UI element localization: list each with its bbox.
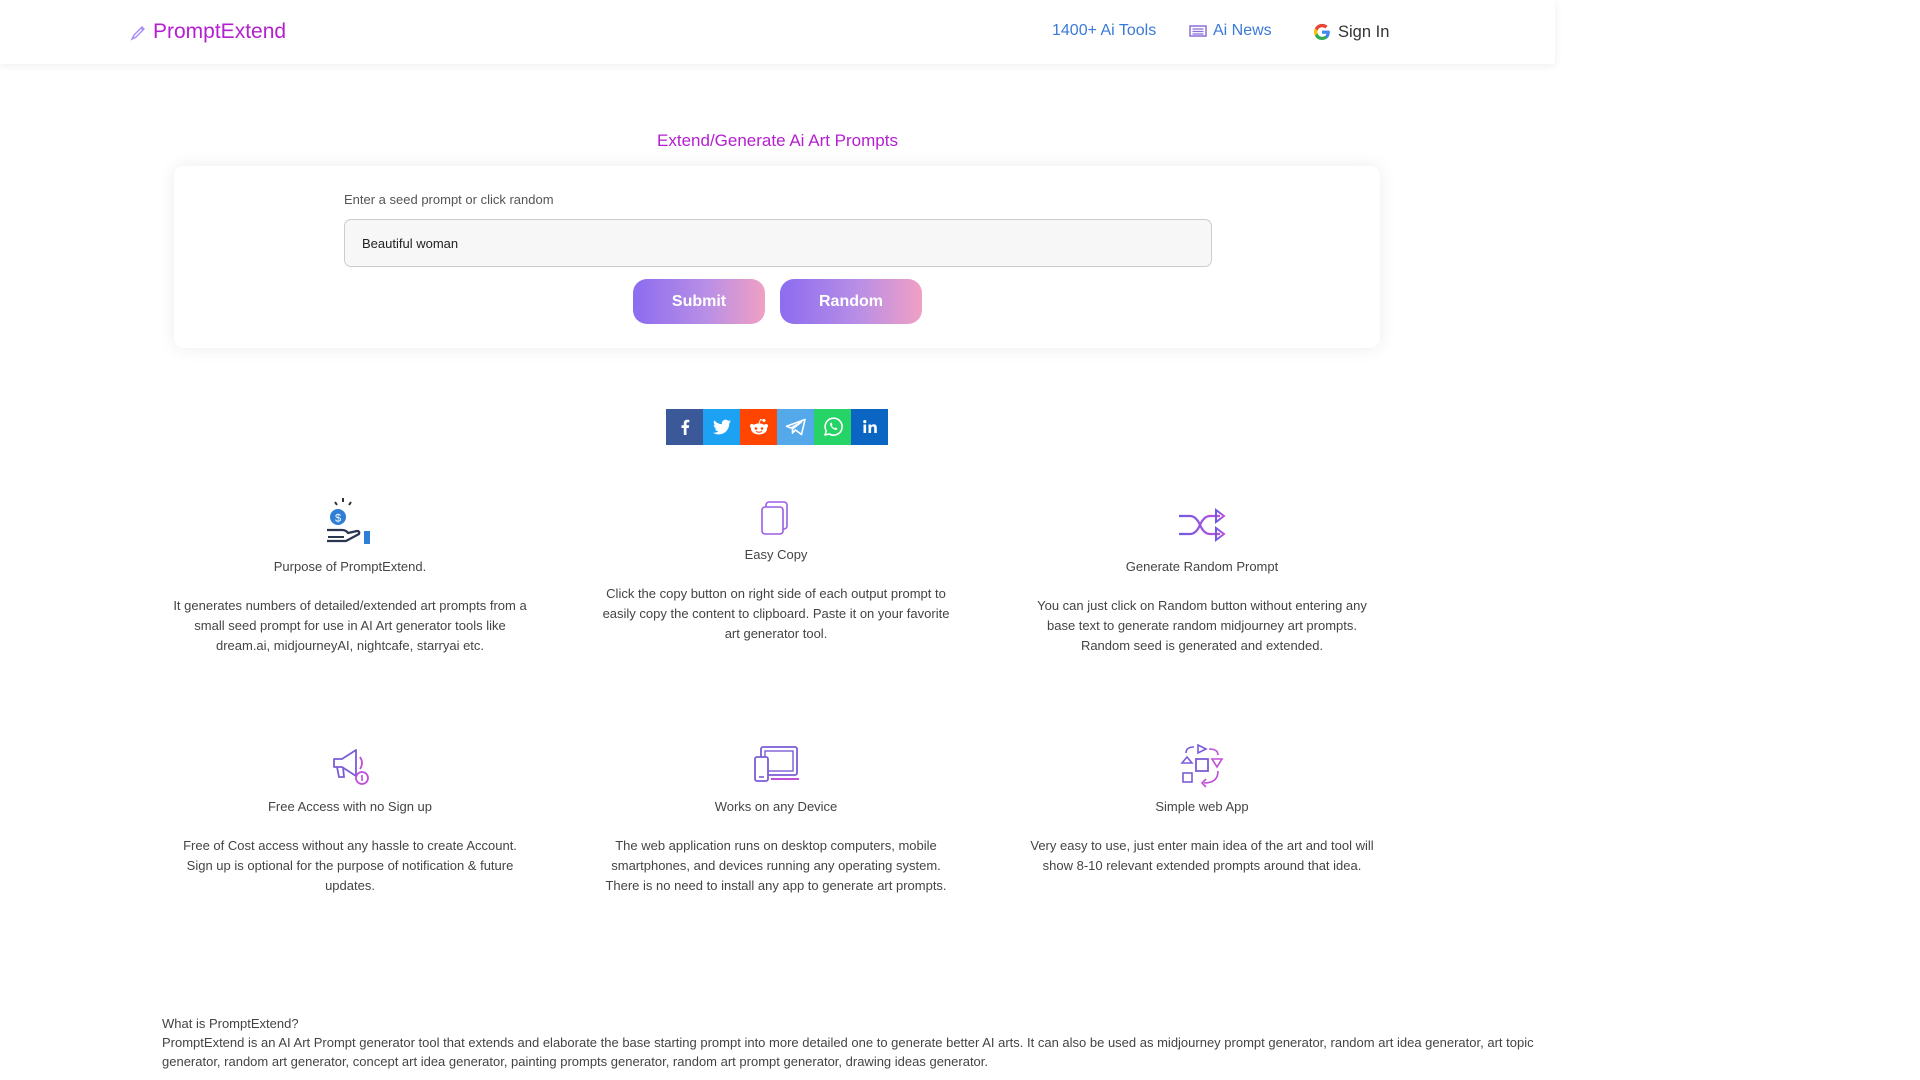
feature-description: You can just click on Random button with… bbox=[1037, 598, 1367, 653]
nav-ai-news-label: Ai News bbox=[1213, 22, 1272, 39]
prompt-form-card: Enter a seed prompt or click random Subm… bbox=[174, 166, 1380, 348]
whatsapp-share-button[interactable] bbox=[814, 409, 851, 445]
brand-logo-link[interactable]: PromptExtend bbox=[130, 20, 286, 44]
feature-title: Easy Copy bbox=[744, 547, 808, 562]
hand-money-icon: $ bbox=[327, 498, 370, 544]
about-body: PromptExtend is an AI Art Prompt generat… bbox=[162, 1035, 1534, 1069]
shuffle-icon bbox=[1179, 508, 1226, 542]
feature-title: Free Access with no Sign up bbox=[267, 799, 433, 814]
google-icon bbox=[1314, 23, 1330, 40]
copy-icon bbox=[761, 501, 788, 535]
about-section: What is PromptExtend? PromptExtend is an… bbox=[162, 1014, 1542, 1071]
brand-name: PromptExtend bbox=[153, 20, 287, 43]
feature-title: Purpose of PromptExtend. bbox=[273, 559, 427, 574]
random-button[interactable]: Random bbox=[780, 279, 922, 324]
seed-prompt-label: Enter a seed prompt or click random bbox=[344, 192, 554, 207]
page-title: Extend/Generate Ai Art Prompts bbox=[657, 131, 898, 150]
reddit-share-button[interactable] bbox=[740, 409, 777, 445]
telegram-share-button[interactable] bbox=[777, 409, 814, 445]
nav-ai-tools[interactable]: 1400+ Ai Tools bbox=[1052, 22, 1156, 40]
app-flow-icon bbox=[1180, 743, 1224, 788]
newspaper-icon bbox=[1189, 25, 1207, 37]
seed-prompt-input[interactable] bbox=[344, 219, 1212, 267]
share-bar bbox=[666, 409, 888, 445]
linkedin-icon bbox=[862, 420, 877, 433]
feature-title: Generate Random Prompt bbox=[1125, 559, 1279, 574]
feature-description: The web application runs on desktop comp… bbox=[605, 838, 947, 893]
svg-text:$: $ bbox=[335, 513, 341, 525]
twitter-share-button[interactable] bbox=[703, 409, 740, 445]
pencil-icon bbox=[130, 25, 145, 41]
top-navbar: PromptExtend 1400+ Ai Tools Ai News Sign… bbox=[0, 0, 1555, 64]
about-heading: What is PromptExtend? bbox=[162, 1016, 299, 1031]
feature-random-prompt: Generate Random Prompt You can just clic… bbox=[1022, 497, 1382, 656]
feature-free-access: Free Access with no Sign up Free of Cost… bbox=[170, 737, 530, 896]
devices-icon bbox=[754, 746, 799, 782]
megaphone-icon bbox=[333, 749, 369, 785]
sign-in-label: Sign In bbox=[1338, 22, 1390, 41]
submit-button[interactable]: Submit bbox=[633, 279, 765, 324]
sign-in-button[interactable]: Sign In bbox=[1312, 22, 1389, 42]
feature-description: Free of Cost access without any hassle t… bbox=[183, 838, 517, 893]
feature-any-device: Works on any Device The web application … bbox=[596, 737, 956, 896]
twitter-icon bbox=[712, 419, 731, 434]
feature-title: Simple web App bbox=[1155, 799, 1249, 814]
feature-title: Works on any Device bbox=[714, 799, 838, 814]
whatsapp-icon bbox=[823, 417, 843, 436]
nav-ai-news[interactable]: Ai News bbox=[1189, 22, 1272, 40]
facebook-icon bbox=[681, 419, 689, 435]
feature-easy-copy: Easy Copy Click the copy button on right… bbox=[596, 497, 956, 644]
feature-description: Very easy to use, just enter main idea o… bbox=[1030, 838, 1374, 873]
feature-simple-app: Simple web App Very easy to use, just en… bbox=[1022, 737, 1382, 876]
telegram-icon bbox=[785, 418, 806, 436]
feature-purpose: $ Purpose of PromptExtend. It generates … bbox=[170, 497, 530, 656]
linkedin-share-button[interactable] bbox=[851, 409, 888, 445]
feature-description: Click the copy button on right side of e… bbox=[602, 586, 950, 641]
facebook-share-button[interactable] bbox=[666, 409, 703, 445]
feature-description: It generates numbers of detailed/extende… bbox=[173, 598, 527, 653]
reddit-icon bbox=[749, 418, 768, 435]
